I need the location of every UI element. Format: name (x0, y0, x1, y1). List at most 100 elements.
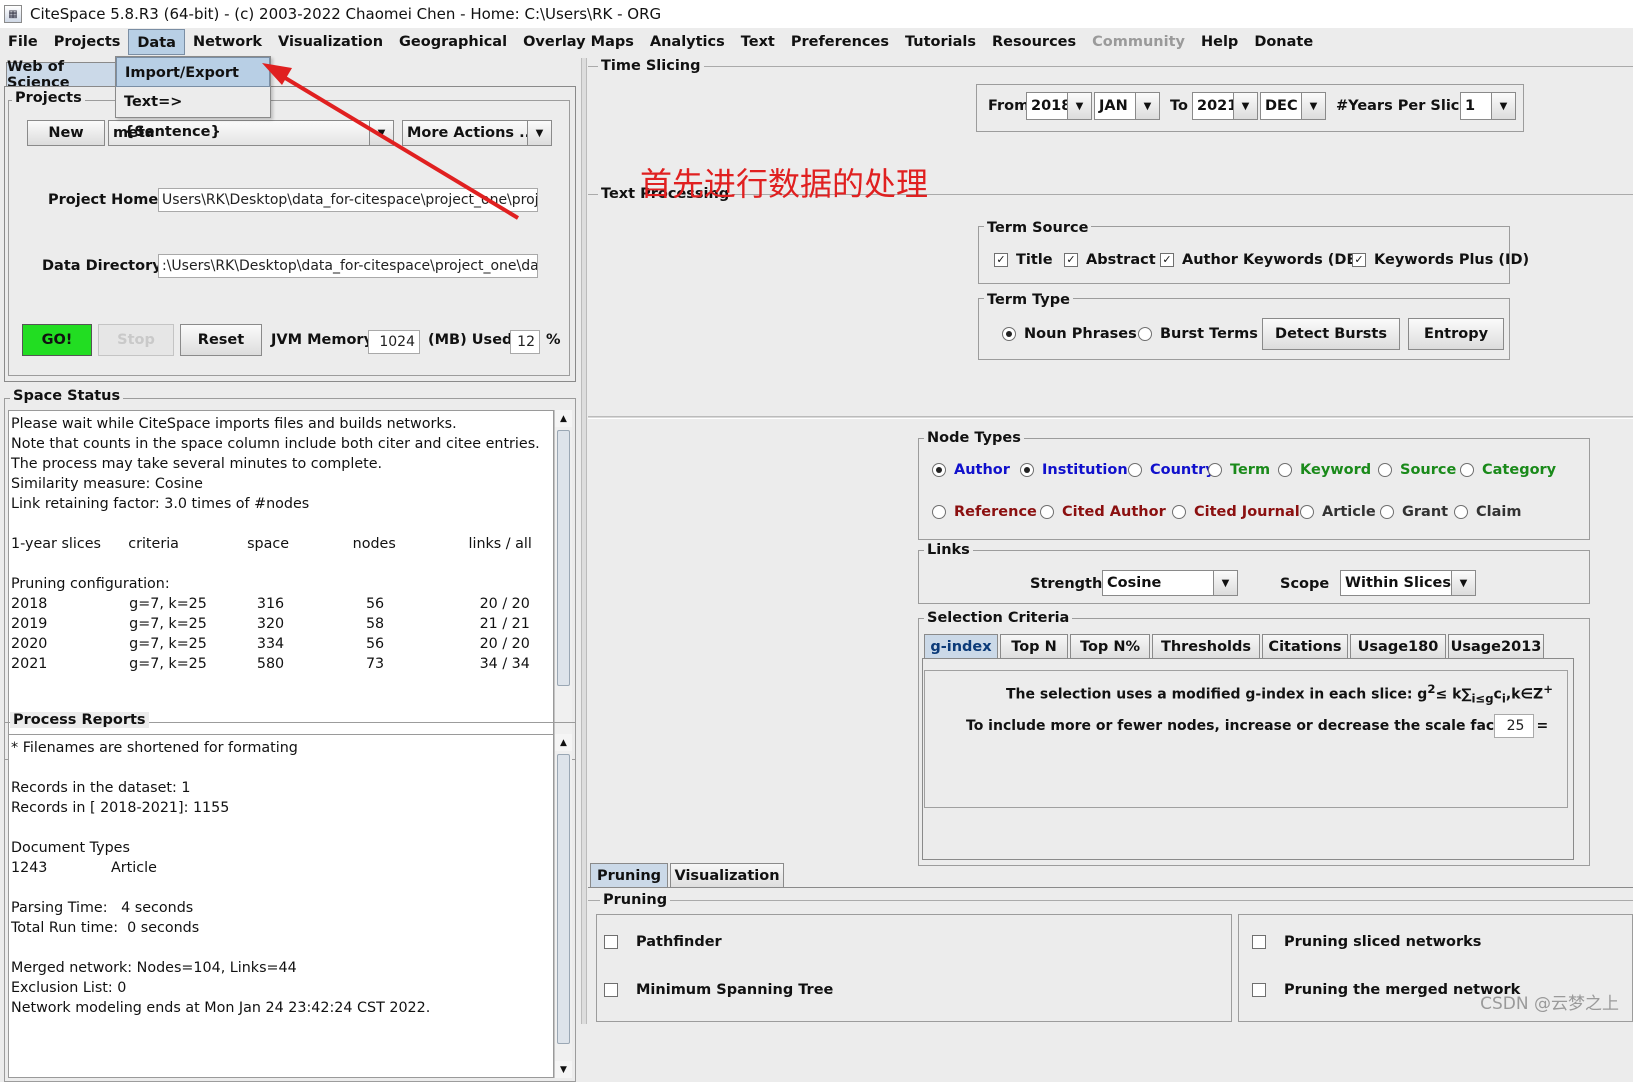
scale-factor-input[interactable]: 25 (1494, 714, 1534, 738)
detect-bursts-button[interactable]: Detect Bursts (1262, 318, 1400, 350)
to-year-select[interactable]: 2021▼ (1192, 92, 1258, 120)
tab-citations[interactable]: Citations (1262, 634, 1348, 658)
menu-tutorials[interactable]: Tutorials (897, 29, 984, 55)
tab-pruning[interactable]: Pruning (590, 863, 668, 887)
node-type-label: Cited Author (1062, 504, 1166, 520)
to-label: To (1170, 98, 1188, 114)
node-type-label: Institution (1042, 462, 1128, 478)
radio-node-article[interactable]: Article (1300, 504, 1376, 520)
space-status-text[interactable]: Please wait while CiteSpace imports file… (8, 410, 554, 754)
reset-button[interactable]: Reset (180, 324, 262, 356)
checkbox-abstract[interactable]: ✓Abstract (1064, 252, 1156, 268)
radio-burst-terms[interactable]: Burst Terms (1138, 326, 1258, 342)
tab-web-of-science[interactable]: Web of Science (6, 62, 118, 86)
menu-community[interactable]: Community (1084, 29, 1193, 55)
checkbox-keywords-plus[interactable]: ✓Keywords Plus (ID) (1352, 252, 1529, 268)
scroll-thumb[interactable] (557, 754, 570, 1044)
new-project-button[interactable]: New (27, 120, 105, 146)
strength-select[interactable]: Cosine▼ (1102, 570, 1238, 596)
radio-node-cited-journal[interactable]: Cited Journal (1172, 504, 1300, 520)
process-reports-text[interactable]: * Filenames are shortened for formating … (8, 734, 554, 1078)
tab-usage2013[interactable]: Usage2013 (1448, 634, 1544, 658)
pruning-left-group (596, 914, 1232, 1022)
radio-icon (932, 505, 946, 519)
entropy-button[interactable]: Entropy (1408, 318, 1504, 350)
scroll-thumb[interactable] (557, 430, 570, 686)
menu-preferences[interactable]: Preferences (783, 29, 897, 55)
menu-visualization[interactable]: Visualization (270, 29, 391, 55)
menu-donate[interactable]: Donate (1246, 29, 1321, 55)
menu-resources[interactable]: Resources (984, 29, 1084, 55)
section-divider[interactable] (588, 416, 1633, 419)
radio-node-term[interactable]: Term (1208, 462, 1270, 478)
checkbox-title[interactable]: ✓Title (994, 252, 1053, 268)
to-year-value: 2021 (1197, 98, 1237, 114)
radio-noun-phrases[interactable]: Noun Phrases (1002, 326, 1137, 342)
checkbox-icon (604, 935, 618, 949)
radio-node-grant[interactable]: Grant (1380, 504, 1448, 520)
scroll-up-icon[interactable]: ▲ (555, 734, 572, 751)
space-status-scrollbar[interactable]: ▲ ▼ (554, 410, 572, 754)
scope-select[interactable]: Within Slices▼ (1340, 570, 1476, 596)
checkbox-author-keywords[interactable]: ✓Author Keywords (DE) (1160, 252, 1363, 268)
radio-node-reference[interactable]: Reference (932, 504, 1037, 520)
checkbox-mst[interactable]: Minimum Spanning Tree (604, 982, 833, 998)
sub-i-le-g: i≤g (1471, 691, 1493, 705)
data-directory-field[interactable]: :\Users\RK\Desktop\data_for-citespace\pr… (158, 254, 538, 278)
radio-selected-icon (1002, 327, 1016, 341)
radio-node-keyword[interactable]: Keyword (1278, 462, 1371, 478)
tab-top-n-[interactable]: Top N% (1070, 634, 1150, 658)
menu-analytics[interactable]: Analytics (642, 29, 733, 55)
tab-g-index[interactable]: g-index (924, 634, 998, 658)
years-per-slice-label: #Years Per Slice (1336, 98, 1469, 114)
tab-visualization[interactable]: Visualization (670, 863, 784, 887)
scroll-down-icon[interactable]: ▼ (555, 1061, 572, 1078)
node-type-label: Category (1482, 462, 1556, 478)
radio-node-country[interactable]: Country (1128, 462, 1215, 478)
project-home-field[interactable]: Users\RK\Desktop\data_for-citespace\proj… (158, 188, 538, 212)
entropy-label: Entropy (1424, 326, 1488, 342)
go-button[interactable]: GO! (22, 324, 92, 356)
from-year-select[interactable]: 2018▼ (1026, 92, 1092, 120)
chevron-down-icon: ▼ (1451, 571, 1475, 595)
more-actions-select[interactable]: More Actions ...▼ (402, 120, 552, 146)
radio-node-source[interactable]: Source (1378, 462, 1456, 478)
stop-button[interactable]: Stop (98, 324, 174, 356)
checkbox-pathfinder[interactable]: Pathfinder (604, 934, 722, 950)
menu-geographical[interactable]: Geographical (391, 29, 515, 55)
radio-icon (1128, 463, 1142, 477)
menu-text[interactable]: Text (733, 29, 783, 55)
years-per-slice-select[interactable]: 1▼ (1460, 92, 1516, 120)
node-type-label: Country (1150, 462, 1215, 478)
radio-node-cited-author[interactable]: Cited Author (1040, 504, 1166, 520)
menu-data[interactable]: Data (128, 29, 185, 55)
checkbox-pruning-sliced[interactable]: Pruning sliced networks (1252, 934, 1481, 950)
node-type-label: Term (1230, 462, 1270, 478)
strength-value: Cosine (1107, 575, 1161, 591)
menu-file[interactable]: File (0, 29, 46, 55)
checkbox-author-keywords-label: Author Keywords (DE) (1182, 252, 1363, 268)
node-types-legend: Node Types (924, 430, 1024, 446)
menu-overlay-maps[interactable]: Overlay Maps (515, 29, 642, 55)
to-month-select[interactable]: DEC▼ (1260, 92, 1326, 120)
radio-icon (1380, 505, 1394, 519)
radio-selected-icon (932, 463, 946, 477)
tab-usage180[interactable]: Usage180 (1350, 634, 1446, 658)
menu-item-import-export[interactable]: Import/Export (116, 57, 270, 87)
menu-network[interactable]: Network (185, 29, 270, 55)
menu-help[interactable]: Help (1193, 29, 1246, 55)
radio-node-category[interactable]: Category (1460, 462, 1556, 478)
tab-top-n[interactable]: Top N (1000, 634, 1068, 658)
radio-node-claim[interactable]: Claim (1454, 504, 1521, 520)
tab-thresholds[interactable]: Thresholds (1152, 634, 1260, 658)
mb-used-label: (MB) Used (428, 332, 512, 348)
split-divider[interactable] (581, 58, 587, 1024)
process-reports-scrollbar[interactable]: ▲ ▼ (554, 734, 572, 1078)
radio-node-author[interactable]: Author (932, 462, 1010, 478)
radio-node-institution[interactable]: Institution (1020, 462, 1128, 478)
menu-projects[interactable]: Projects (46, 29, 129, 55)
checkbox-icon (604, 983, 618, 997)
from-month-select[interactable]: JAN▼ (1094, 92, 1160, 120)
scroll-up-icon[interactable]: ▲ (555, 410, 572, 427)
menu-item-text-sentence[interactable]: Text=>{Sentence} (116, 87, 270, 117)
